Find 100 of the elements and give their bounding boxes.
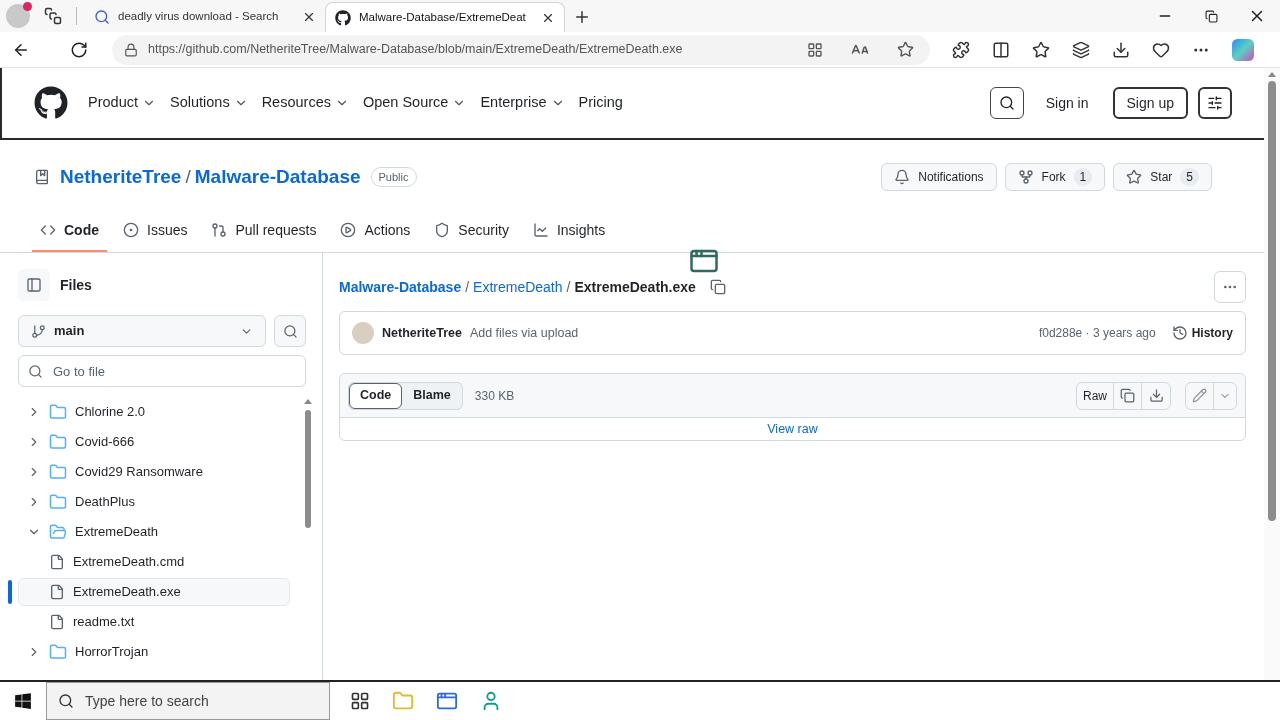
repo-tab[interactable]: Insights — [524, 210, 614, 252]
history-icon — [1171, 325, 1188, 341]
view-tab[interactable]: Blame — [402, 382, 462, 409]
grid-icon[interactable] — [807, 41, 823, 58]
gradient-logo-icon[interactable] — [1232, 38, 1254, 61]
folder-icon — [49, 493, 67, 511]
view-raw-link[interactable]: View raw — [767, 419, 818, 439]
menu-button[interactable] — [1198, 87, 1232, 119]
reload-icon[interactable] — [70, 40, 88, 59]
nav-menu-button[interactable]: Enterprise — [480, 92, 565, 114]
fork-icon — [1017, 169, 1034, 185]
folder-tree-item[interactable]: DeathPlus — [18, 488, 290, 516]
go-to-file-field[interactable]: Go to file — [18, 355, 306, 387]
star-button[interactable]: Star 5 — [1113, 163, 1212, 191]
folder-icon — [49, 433, 67, 451]
search-icon — [58, 693, 74, 709]
folder-tree-item[interactable]: Covid-666 — [18, 428, 290, 456]
pencil-icon — [1192, 388, 1207, 403]
split-screen-icon[interactable] — [992, 40, 1010, 59]
scroll-up-arrow-icon[interactable] — [1268, 72, 1276, 77]
bell-icon — [894, 169, 911, 185]
restore-icon[interactable] — [1204, 9, 1218, 23]
repo-tab[interactable]: Pull requests — [203, 210, 325, 252]
star-icon[interactable] — [897, 41, 914, 58]
download-icon — [1148, 388, 1164, 403]
view-tab[interactable]: Code — [349, 382, 403, 409]
history-button[interactable]: History — [1171, 324, 1233, 342]
file-name: ExtremeDeath.exe — [574, 277, 696, 297]
side-panel-icon — [26, 277, 42, 293]
task-view-icon[interactable] — [350, 691, 370, 711]
search-button[interactable] — [989, 87, 1024, 119]
repo-tab[interactable]: Issues — [115, 210, 196, 252]
extensions-icon[interactable] — [952, 40, 970, 59]
repo-tab[interactable]: Actions — [332, 210, 419, 252]
commit-hash-time: f0d288e · 3 years ago — [1038, 325, 1156, 342]
sign-in-link[interactable]: Sign in — [1045, 92, 1089, 114]
page-scrollbar-thumb[interactable] — [1268, 81, 1276, 521]
breadcrumb-link[interactable]: ExtremeDeath — [473, 276, 563, 298]
button-label: Star — [1150, 169, 1173, 186]
scroll-up-arrow-icon[interactable] — [304, 399, 312, 404]
star-icon — [1126, 169, 1143, 185]
owner-link[interactable]: NetheriteTree — [60, 162, 182, 192]
tab-title: Malware-Database/ExtremeDeat — [359, 9, 527, 25]
repo-tab[interactable]: Code — [32, 210, 107, 252]
octocat-logo-icon — [335, 9, 351, 26]
folder-icon — [49, 643, 67, 661]
branch-selector[interactable]: main — [18, 315, 266, 347]
folder-tree-item[interactable]: HorrorTrojan — [18, 638, 290, 666]
nav-menu-button[interactable]: Product — [88, 92, 156, 114]
folder-tree-item[interactable]: Chlorine 2.0 — [18, 398, 290, 426]
repo-icon — [34, 169, 50, 185]
download-icon[interactable] — [1112, 40, 1130, 59]
search-icon — [282, 323, 298, 339]
commit-message-link[interactable]: Add files via upload — [469, 323, 579, 343]
security-icon — [434, 222, 451, 238]
file-icon — [49, 584, 65, 600]
insights-icon — [532, 222, 549, 238]
profile-avatar[interactable] — [6, 4, 30, 28]
file-size: 330 KB — [474, 387, 515, 405]
file-tree-item[interactable]: readme.txt — [18, 608, 290, 636]
address-bar[interactable]: https://github.com/NetheriteTree/Malware-Database/blob/main/ExtremeDeath/ExtremeDeath.exe — [112, 34, 930, 65]
new-tab-icon[interactable] — [573, 8, 591, 26]
heart-icon[interactable] — [1152, 40, 1170, 59]
files-heading: Files — [60, 275, 92, 295]
folder-tree-item[interactable]: ExtremeDeath — [18, 518, 290, 546]
taskbar-search-field[interactable]: Type here to search — [46, 682, 330, 720]
fork-button[interactable]: Fork 1 — [1004, 163, 1106, 191]
app-window-icon[interactable] — [436, 690, 458, 712]
sign-up-button[interactable]: Sign up — [1112, 87, 1188, 119]
scrollbar-thumb[interactable] — [305, 410, 311, 528]
folder-icon — [49, 403, 67, 421]
search-icon — [28, 364, 43, 379]
star-icon[interactable] — [1032, 40, 1050, 59]
nav-menu-button[interactable]: Open Source — [362, 92, 467, 114]
url-text: https://github.com/NetheriteTree/Malware-Database/blob/main/ExtremeDeath/ExtremeDeath.exe — [148, 41, 684, 59]
folder-icon — [49, 463, 67, 481]
tab-actions-icon[interactable] — [44, 7, 62, 25]
nav-menu-button[interactable]: Resources — [261, 92, 349, 114]
search-icon — [94, 9, 110, 25]
repo-name-link[interactable]: Malware-Database — [194, 162, 361, 192]
folder-tree-item[interactable]: Covid29 Ransomware — [18, 458, 290, 486]
repo-tab[interactable]: Security — [426, 210, 517, 252]
nav-menu-button[interactable]: Solutions — [170, 92, 248, 114]
close-icon[interactable] — [302, 10, 316, 24]
selection-bar — [8, 580, 12, 604]
nav-menu-button[interactable]: Pricing — [578, 92, 623, 114]
file-tree-item[interactable]: ExtremeDeath.cmd — [18, 548, 290, 576]
file-icon — [49, 554, 65, 570]
file-tree-item[interactable]: ExtremeDeath.exe — [18, 578, 290, 606]
sliders-icon — [1207, 95, 1223, 111]
collections-icon[interactable] — [1072, 40, 1090, 59]
breadcrumb-link[interactable]: Malware-Database — [339, 276, 462, 298]
octocat-logo-icon[interactable] — [34, 86, 68, 120]
commit-author-link[interactable]: NetheriteTree — [382, 323, 462, 343]
panel-toggle-button[interactable] — [18, 269, 50, 301]
pulls-icon — [211, 222, 228, 238]
count-badge: 5 — [1180, 168, 1199, 186]
notifications-button[interactable]: Notifications — [881, 163, 997, 191]
browser-tab[interactable]: Malware-Database/ExtremeDeat — [325, 2, 565, 32]
count-badge: 1 — [1073, 168, 1093, 186]
